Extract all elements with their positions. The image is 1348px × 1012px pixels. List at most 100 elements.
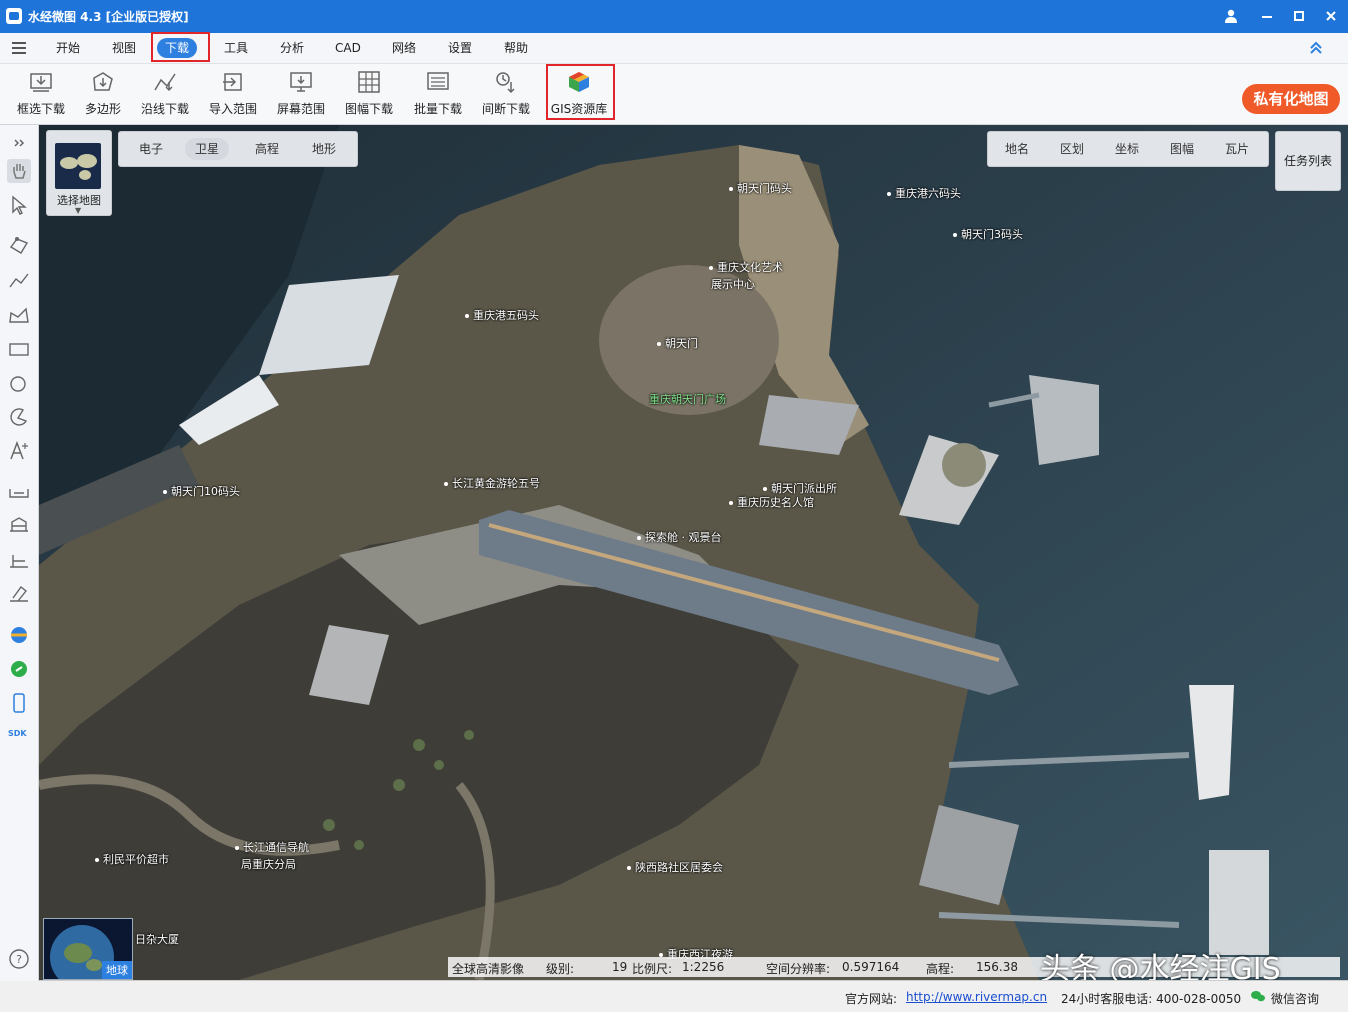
interval-download-button[interactable]: 间断下载	[476, 66, 536, 120]
map-label: 长江黄金游轮五号	[444, 475, 540, 491]
map-label: 日杂大厦	[135, 933, 179, 946]
wechat-consult[interactable]: 微信咨询	[1271, 990, 1319, 1007]
menu-settings[interactable]: 设置	[440, 38, 480, 58]
map-label: 局重庆分局	[241, 858, 296, 871]
expand-panel-icon[interactable]	[7, 131, 31, 155]
elevation-label: 高程:	[926, 962, 955, 976]
level-label: 级别:	[546, 962, 575, 976]
tab-vector[interactable]: 电子	[129, 138, 173, 160]
tab-tiles[interactable]: 瓦片	[1215, 138, 1259, 160]
tab-place-names[interactable]: 地名	[995, 138, 1039, 160]
menu-download[interactable]: 下载	[157, 38, 198, 58]
menu-analysis[interactable]: 分析	[272, 38, 312, 58]
tab-terrain[interactable]: 地形	[302, 138, 346, 160]
world-map-thumbnail	[55, 143, 101, 189]
pan-hand-icon[interactable]	[7, 159, 31, 183]
map-label: 重庆港五码头	[465, 307, 539, 323]
measure-area-icon[interactable]	[7, 513, 31, 537]
menu-tools[interactable]: 工具	[216, 38, 256, 58]
map-label: 朝天门10码头	[163, 483, 240, 499]
website-link[interactable]: http://www.rivermap.cn	[906, 990, 1047, 1004]
import-range-button[interactable]: 导入范围	[203, 66, 263, 120]
tab-elevation[interactable]: 高程	[245, 138, 289, 160]
private-map-button[interactable]: 私有化地图	[1242, 84, 1340, 114]
menu-start[interactable]: 开始	[48, 38, 88, 58]
map-label: 利民平价超市	[95, 851, 169, 867]
tab-sheets[interactable]: 图幅	[1160, 138, 1204, 160]
tool-label: 屏幕范围	[276, 102, 325, 116]
window-title: 水经微图 4.3 [企业版已授权]	[28, 10, 189, 24]
wechat-icon[interactable]	[1251, 990, 1265, 1005]
measure-height-icon[interactable]	[7, 547, 31, 571]
ribbon-toolbar: 框选下载 多边形 沿线下载 导入范围 屏幕范围 图幅下载 批量下载 间断下载 G…	[0, 64, 1348, 125]
sheet-download-button[interactable]: 图幅下载	[338, 66, 400, 120]
help-icon[interactable]: ?	[7, 947, 31, 971]
svg-text:?: ?	[16, 953, 22, 966]
interval-download-icon	[496, 72, 515, 94]
status-bar: 官方网站: http://www.rivermap.cn 24小时客服电话: 4…	[39, 980, 1348, 1012]
elevation-value: 156.38	[976, 960, 1018, 974]
app-logo-icon	[6, 8, 22, 24]
screen-range-button[interactable]: 屏幕范围	[272, 66, 330, 120]
maximize-icon[interactable]	[1284, 4, 1314, 28]
select-map-button[interactable]: 选择地图 ▼	[46, 130, 112, 216]
measure-distance-icon[interactable]	[7, 479, 31, 503]
rectangle-draw-icon[interactable]	[7, 337, 31, 361]
resolution-value: 0.597164	[842, 960, 900, 974]
map-label: 探索舱 · 观景台	[637, 529, 722, 545]
menu-help[interactable]: 帮助	[496, 38, 536, 58]
line-download-button[interactable]: 沿线下载	[136, 66, 194, 120]
map-label: 重庆历史名人馆	[729, 494, 814, 510]
point-draw-icon[interactable]	[7, 233, 31, 257]
map-label: 朝天门3码头	[953, 226, 1023, 242]
imagery-source: 全球高清影像	[452, 962, 525, 976]
globe-label: 地球	[102, 961, 132, 979]
batch-icon	[427, 72, 449, 90]
tool-label: 框选下载	[16, 102, 65, 116]
tab-satellite[interactable]: 卫星	[185, 138, 230, 160]
text-label-icon[interactable]	[7, 439, 31, 463]
box-download-icon	[30, 73, 52, 92]
polygon-button[interactable]: 多边形	[78, 66, 128, 120]
sector-draw-icon[interactable]	[7, 405, 31, 429]
website-label: 官方网站:	[845, 992, 898, 1006]
hamburger-menu-icon[interactable]	[12, 41, 28, 58]
box-download-button[interactable]: 框选下载	[12, 66, 70, 120]
select-arrow-icon[interactable]	[7, 193, 31, 217]
polygon-draw-icon[interactable]	[7, 303, 31, 327]
menu-cad[interactable]: CAD	[327, 38, 369, 58]
map-label: 朝天门	[657, 335, 698, 351]
menu-network[interactable]: 网络	[384, 38, 424, 58]
scale-value: 1:2256	[682, 960, 725, 974]
tool-label: 导入范围	[208, 102, 257, 116]
globe-thumbnail[interactable]: 地球	[43, 918, 133, 980]
layer-tool-icon[interactable]	[7, 623, 31, 647]
sdk-icon[interactable]: SDK	[8, 729, 27, 738]
gis-library-button[interactable]: GIS资源库	[548, 66, 610, 120]
overlay-tabs: 地名 区划 坐标 图幅 瓦片	[987, 131, 1269, 167]
title-bar: 水经微图 4.3 [企业版已授权]	[0, 0, 1348, 33]
scale-label: 比例尺:	[632, 962, 673, 976]
map-type-tabs: 电子 卫星 高程 地形	[118, 131, 358, 167]
grid-sheet-icon	[358, 71, 380, 93]
map-label: 展示中心	[711, 278, 755, 291]
task-list-button[interactable]: 任务列表	[1275, 131, 1341, 191]
line-draw-icon[interactable]	[7, 269, 31, 293]
left-toolbar: SDK ?	[0, 125, 39, 981]
close-icon[interactable]	[1316, 4, 1346, 28]
menu-view[interactable]: 视图	[104, 38, 144, 58]
batch-download-button[interactable]: 批量下载	[408, 66, 468, 120]
gis-cube-icon	[569, 72, 589, 92]
collapse-ribbon-icon[interactable]	[1309, 41, 1323, 58]
link-tool-icon[interactable]	[7, 657, 31, 681]
clear-icon[interactable]	[7, 581, 31, 605]
tab-divisions[interactable]: 区划	[1050, 138, 1094, 160]
circle-draw-icon[interactable]	[7, 371, 31, 395]
map-label: 朝天门码头	[729, 180, 792, 196]
tab-coordinates[interactable]: 坐标	[1105, 138, 1149, 160]
resolution-label: 空间分辨率:	[766, 962, 831, 976]
mobile-icon[interactable]	[7, 691, 31, 715]
user-icon[interactable]	[1216, 4, 1246, 28]
map-view[interactable]: 朝天门码头 重庆港六码头 朝天门3码头 重庆文化艺术 展示中心 重庆港五码头 朝…	[39, 125, 1348, 980]
minimize-icon[interactable]	[1252, 4, 1282, 28]
